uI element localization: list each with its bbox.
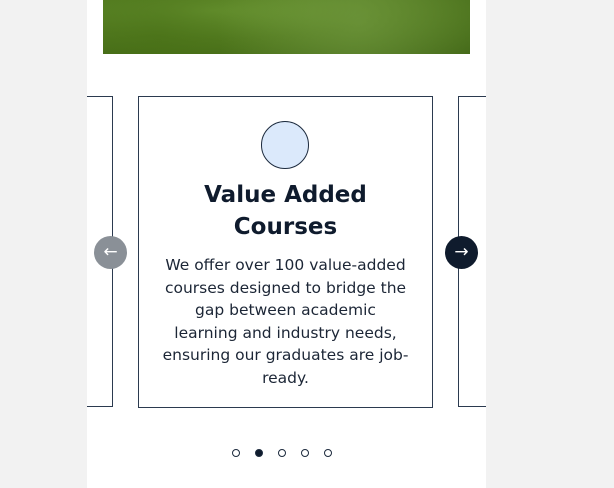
carousel-next-button[interactable]: → xyxy=(445,236,478,269)
pagination-dot[interactable] xyxy=(278,449,286,457)
carousel-prev-button[interactable]: ← xyxy=(94,236,127,269)
pagination-dot[interactable] xyxy=(324,449,332,457)
carousel-pagination xyxy=(232,449,332,457)
card-title: Value Added Courses xyxy=(204,182,367,240)
card-description: We offer over 100 value-added courses de… xyxy=(162,256,409,387)
arrow-left-icon: ← xyxy=(103,242,118,262)
carousel-card-active: Value Added Courses We offer over 100 va… xyxy=(138,96,433,408)
pagination-dot[interactable] xyxy=(301,449,309,457)
arrow-right-icon: → xyxy=(454,242,469,262)
content-panel: Value Added Courses We offer over 100 va… xyxy=(87,0,486,488)
hero-image xyxy=(103,0,470,54)
circle-icon xyxy=(261,121,309,169)
pagination-dot[interactable] xyxy=(232,449,240,457)
pagination-dot[interactable] xyxy=(255,449,263,457)
